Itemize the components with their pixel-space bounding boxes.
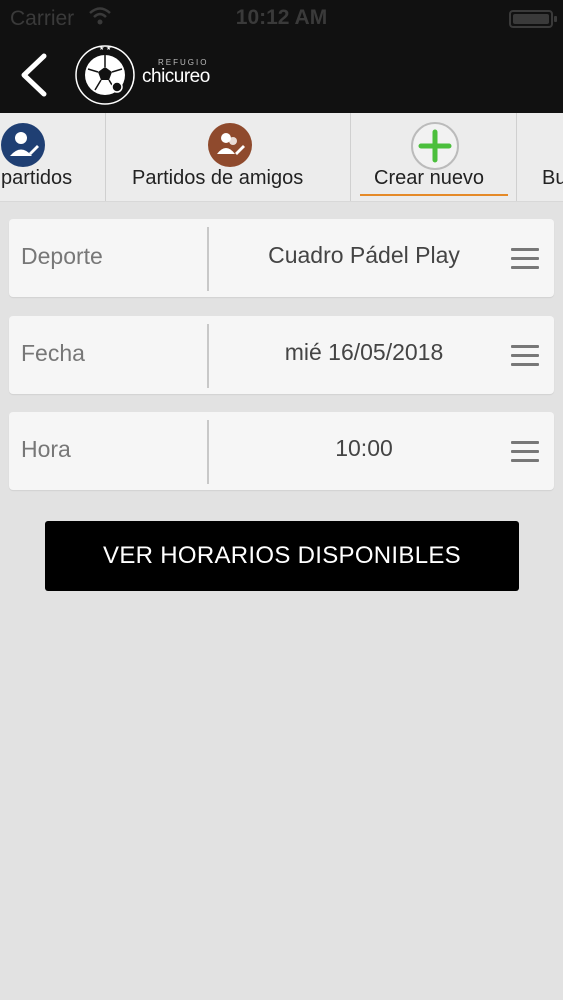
deporte-selector[interactable]: Deporte Cuadro Pádel Play	[9, 219, 554, 297]
status-bar: Carrier 10:12 AM	[0, 0, 563, 38]
fecha-value[interactable]: mié 16/05/2018	[209, 339, 519, 366]
hamburger-menu-icon[interactable]	[511, 441, 539, 463]
tab-bar: partidos Partidos de amigos Crear nuevo …	[0, 113, 563, 202]
hamburger-menu-icon[interactable]	[511, 345, 539, 367]
friends-edit-icon	[208, 123, 252, 167]
hora-selector[interactable]: Hora 10:00	[9, 412, 554, 490]
tab-label: Partidos de amigos	[132, 167, 304, 189]
svg-text:★ ★: ★ ★	[99, 45, 111, 52]
deporte-value[interactable]: Cuadro Pádel Play	[209, 242, 519, 269]
back-arrow-icon[interactable]	[14, 50, 58, 100]
soccer-ball-logo-icon: ★ ★	[75, 45, 135, 105]
deporte-label: Deporte	[21, 243, 103, 269]
tab-partidos[interactable]: partidos	[0, 113, 106, 201]
tab-label: Bu	[542, 167, 563, 189]
fecha-label: Fecha	[21, 340, 85, 366]
fecha-selector[interactable]: Fecha mié 16/05/2018	[9, 316, 554, 394]
ver-horarios-button[interactable]: VER HORARIOS DISPONIBLES	[45, 521, 519, 591]
tab-label: Crear nuevo	[374, 167, 485, 189]
tab-partidos-de-amigos[interactable]: Partidos de amigos	[106, 113, 351, 201]
active-tab-indicator	[360, 194, 508, 196]
hora-value[interactable]: 10:00	[209, 435, 519, 462]
top-bar: Carrier 10:12 AM ★ ★ REFUGIO chicureo	[0, 0, 563, 113]
tab-label: partidos	[1, 167, 73, 189]
plus-icon	[411, 122, 459, 170]
tab-buscar[interactable]: Bu	[517, 113, 563, 201]
brand-name: chicureo	[142, 66, 210, 87]
battery-icon	[509, 10, 557, 28]
status-time: 10:12 AM	[235, 6, 328, 29]
tab-crear-nuevo[interactable]: Crear nuevo	[351, 113, 517, 201]
person-edit-icon	[1, 123, 45, 167]
hora-label: Hora	[21, 436, 71, 462]
hamburger-menu-icon[interactable]	[511, 248, 539, 270]
